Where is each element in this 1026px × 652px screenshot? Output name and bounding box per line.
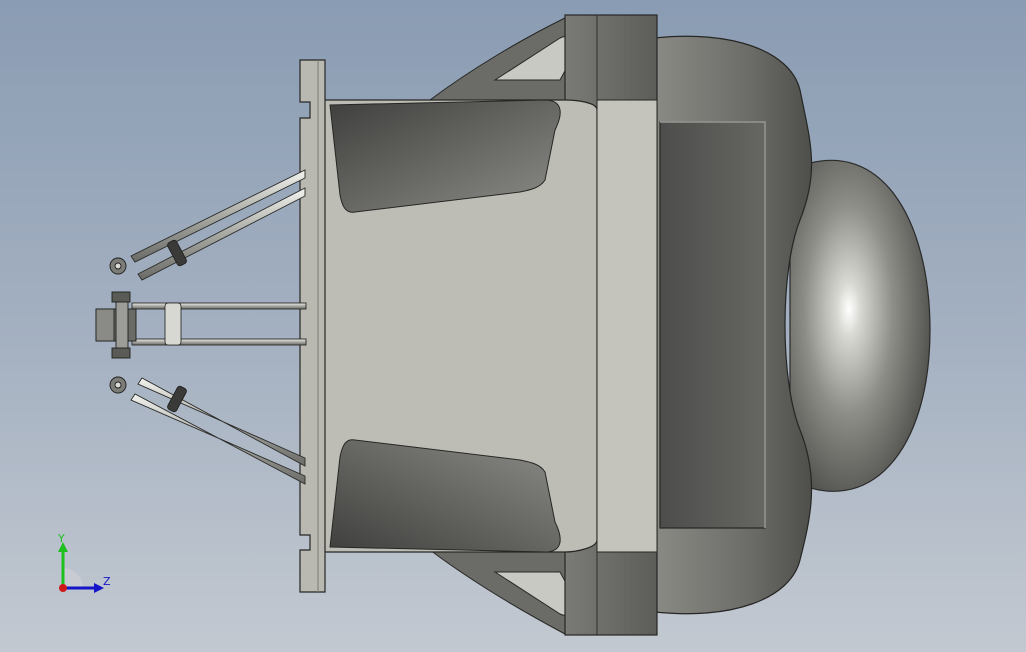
triad-y-label: Y [58,532,65,545]
mounting-plate [299,59,326,593]
triad-arc [63,568,83,588]
dome-cover [789,159,931,492]
graphics-viewport[interactable]: Y Z [0,0,1026,652]
front-panel [659,121,766,529]
triad-z-label: Z [103,575,111,588]
view-triad [58,542,104,593]
x-axis-dot [59,584,67,592]
hub-assembly [95,257,137,394]
cad-model[interactable] [0,0,1026,652]
tripod-struts [130,169,307,485]
